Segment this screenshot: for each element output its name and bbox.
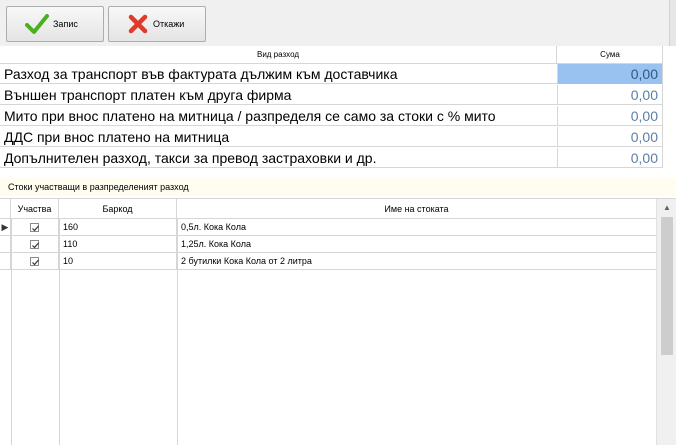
participates-checkbox[interactable] [30,223,39,232]
toolbar-edge [669,0,676,46]
grid-line [59,219,60,445]
expense-name: ДДС при внос платено на митница [4,129,230,145]
expense-row[interactable]: Разход за транспорт във фактурата дължим… [0,64,662,84]
row-indicator [0,253,11,270]
toolbar: Запис Откажи [0,0,676,46]
goods-header: Участва Баркод Име на стоката [0,199,656,219]
expense-row[interactable]: Допълнителен разход, такси за превод зас… [0,148,662,168]
product-name-cell[interactable]: 2 бутилки Кока Кола от 2 литра [177,253,656,270]
checkmark-icon [25,14,49,34]
scrollbar-thumb[interactable] [661,217,673,355]
window: Запис Откажи Вид разход Сума Разход за т… [0,0,676,445]
expense-amount-field[interactable]: 0,00 [558,106,662,126]
expenses-grid-edge [662,46,676,168]
check-icon [32,259,39,266]
expense-row[interactable]: Мито при внос платено на митница / разпр… [0,106,662,126]
expense-name: Допълнителен разход, такси за превод зас… [4,150,377,166]
expense-name: Мито при внос платено на митница / разпр… [4,108,496,124]
col-header-barcode[interactable]: Баркод [59,199,177,219]
participates-checkbox[interactable] [30,240,39,249]
product-name-cell[interactable]: 0,5л. Кока Кола [177,219,656,236]
goods-row[interactable]: ▶ 160 0,5л. Кока Кола [0,219,656,236]
save-button[interactable]: Запис [6,6,104,42]
grid-line [11,219,12,445]
expenses-header: Вид разход Сума [0,46,662,64]
col-header-amount[interactable]: Сума [558,46,662,64]
row-indicator [0,236,11,253]
check-icon [32,225,39,232]
expenses-grid: Вид разход Сума Разход за транспорт във … [0,46,676,168]
cancel-button-label: Откажи [153,19,185,29]
goods-group-label: Стоки участващи в разпределеният разход [0,178,676,196]
x-icon [128,14,148,34]
barcode-cell[interactable]: 110 [59,236,177,253]
row-indicator-header [0,199,11,219]
save-button-label: Запис [53,19,78,29]
cancel-button[interactable]: Откажи [108,6,206,42]
expense-name: Разход за транспорт във фактурата дължим… [4,66,398,82]
scroll-up-arrow-icon[interactable]: ▲ [657,199,676,216]
expense-amount-field[interactable]: 0,00 [558,64,662,84]
goods-row[interactable]: 10 2 бутилки Кока Кола от 2 литра [0,253,656,270]
current-row-arrow-icon: ▶ [0,219,11,236]
product-name-cell[interactable]: 1,25л. Кока Кола [177,236,656,253]
expense-amount-field[interactable]: 0,00 [558,85,662,105]
goods-grid: Участва Баркод Име на стоката ▶ 160 0,5л… [0,198,676,445]
expense-row[interactable]: ДДС при внос платено на митница 0,00 [0,127,662,147]
vertical-scrollbar[interactable]: ▲ [656,199,676,445]
barcode-cell[interactable]: 160 [59,219,177,236]
expense-row[interactable]: Външен транспорт платен към друга фирма … [0,85,662,105]
participates-checkbox[interactable] [30,257,39,266]
col-header-expense-type[interactable]: Вид разход [0,46,557,64]
col-header-participates[interactable]: Участва [11,199,59,219]
col-header-product-name[interactable]: Име на стоката [177,199,656,219]
expense-name: Външен транспорт платен към друга фирма [4,87,292,103]
check-icon [32,242,39,249]
goods-row[interactable]: 110 1,25л. Кока Кола [0,236,656,253]
grid-line [177,219,178,445]
expense-amount-field[interactable]: 0,00 [558,148,662,168]
barcode-cell[interactable]: 10 [59,253,177,270]
expense-amount-field[interactable]: 0,00 [558,127,662,147]
